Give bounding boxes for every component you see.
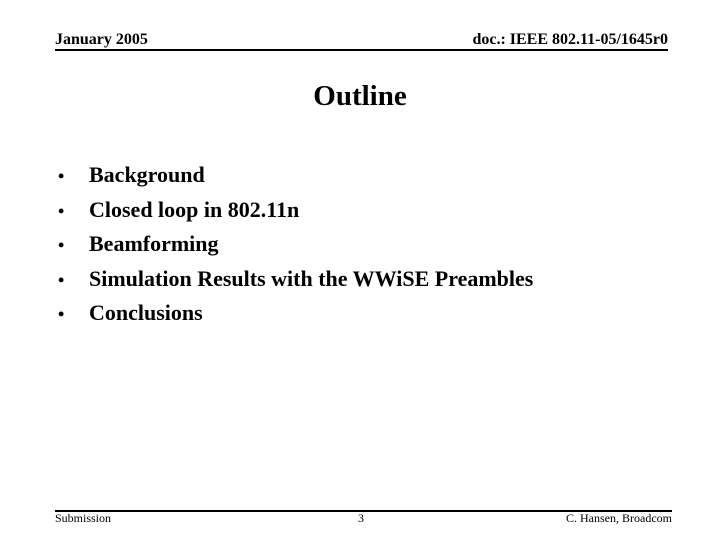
bullet-icon: • bbox=[58, 200, 65, 221]
header-divider bbox=[55, 49, 668, 51]
header-doc-id: doc.: IEEE 802.11-05/1645r0 bbox=[472, 31, 668, 48]
bullet-icon: • bbox=[58, 269, 65, 290]
bullet-item: • Background bbox=[58, 162, 533, 197]
footer-page-number: 3 bbox=[358, 511, 364, 525]
bullet-icon: • bbox=[58, 304, 65, 324]
bullet-item: • Conclusions bbox=[58, 300, 533, 335]
bullet-item: • Beamforming bbox=[58, 231, 533, 266]
bullet-text: Beamforming bbox=[89, 231, 219, 256]
slide-title: Outline bbox=[313, 80, 407, 112]
footer-author: C. Hansen, Broadcom bbox=[566, 511, 672, 525]
footer-submission: Submission bbox=[55, 511, 112, 525]
bullet-item: • Simulation Results with the WWiSE Prea… bbox=[58, 266, 533, 301]
header-date: January 2005 bbox=[55, 31, 148, 48]
bullet-text: Simulation Results with the WWiSE Preamb… bbox=[89, 265, 534, 291]
bullet-list: • Background • Closed loop in 802.11n • … bbox=[58, 162, 533, 335]
bullet-item: • Closed loop in 802.11n bbox=[58, 197, 533, 232]
bullet-text: Closed loop in 802.11n bbox=[89, 196, 300, 222]
bullet-icon: • bbox=[58, 166, 65, 186]
bullet-text: Conclusions bbox=[89, 300, 203, 325]
bullet-text: Background bbox=[89, 162, 205, 187]
bullet-icon: • bbox=[58, 235, 65, 255]
